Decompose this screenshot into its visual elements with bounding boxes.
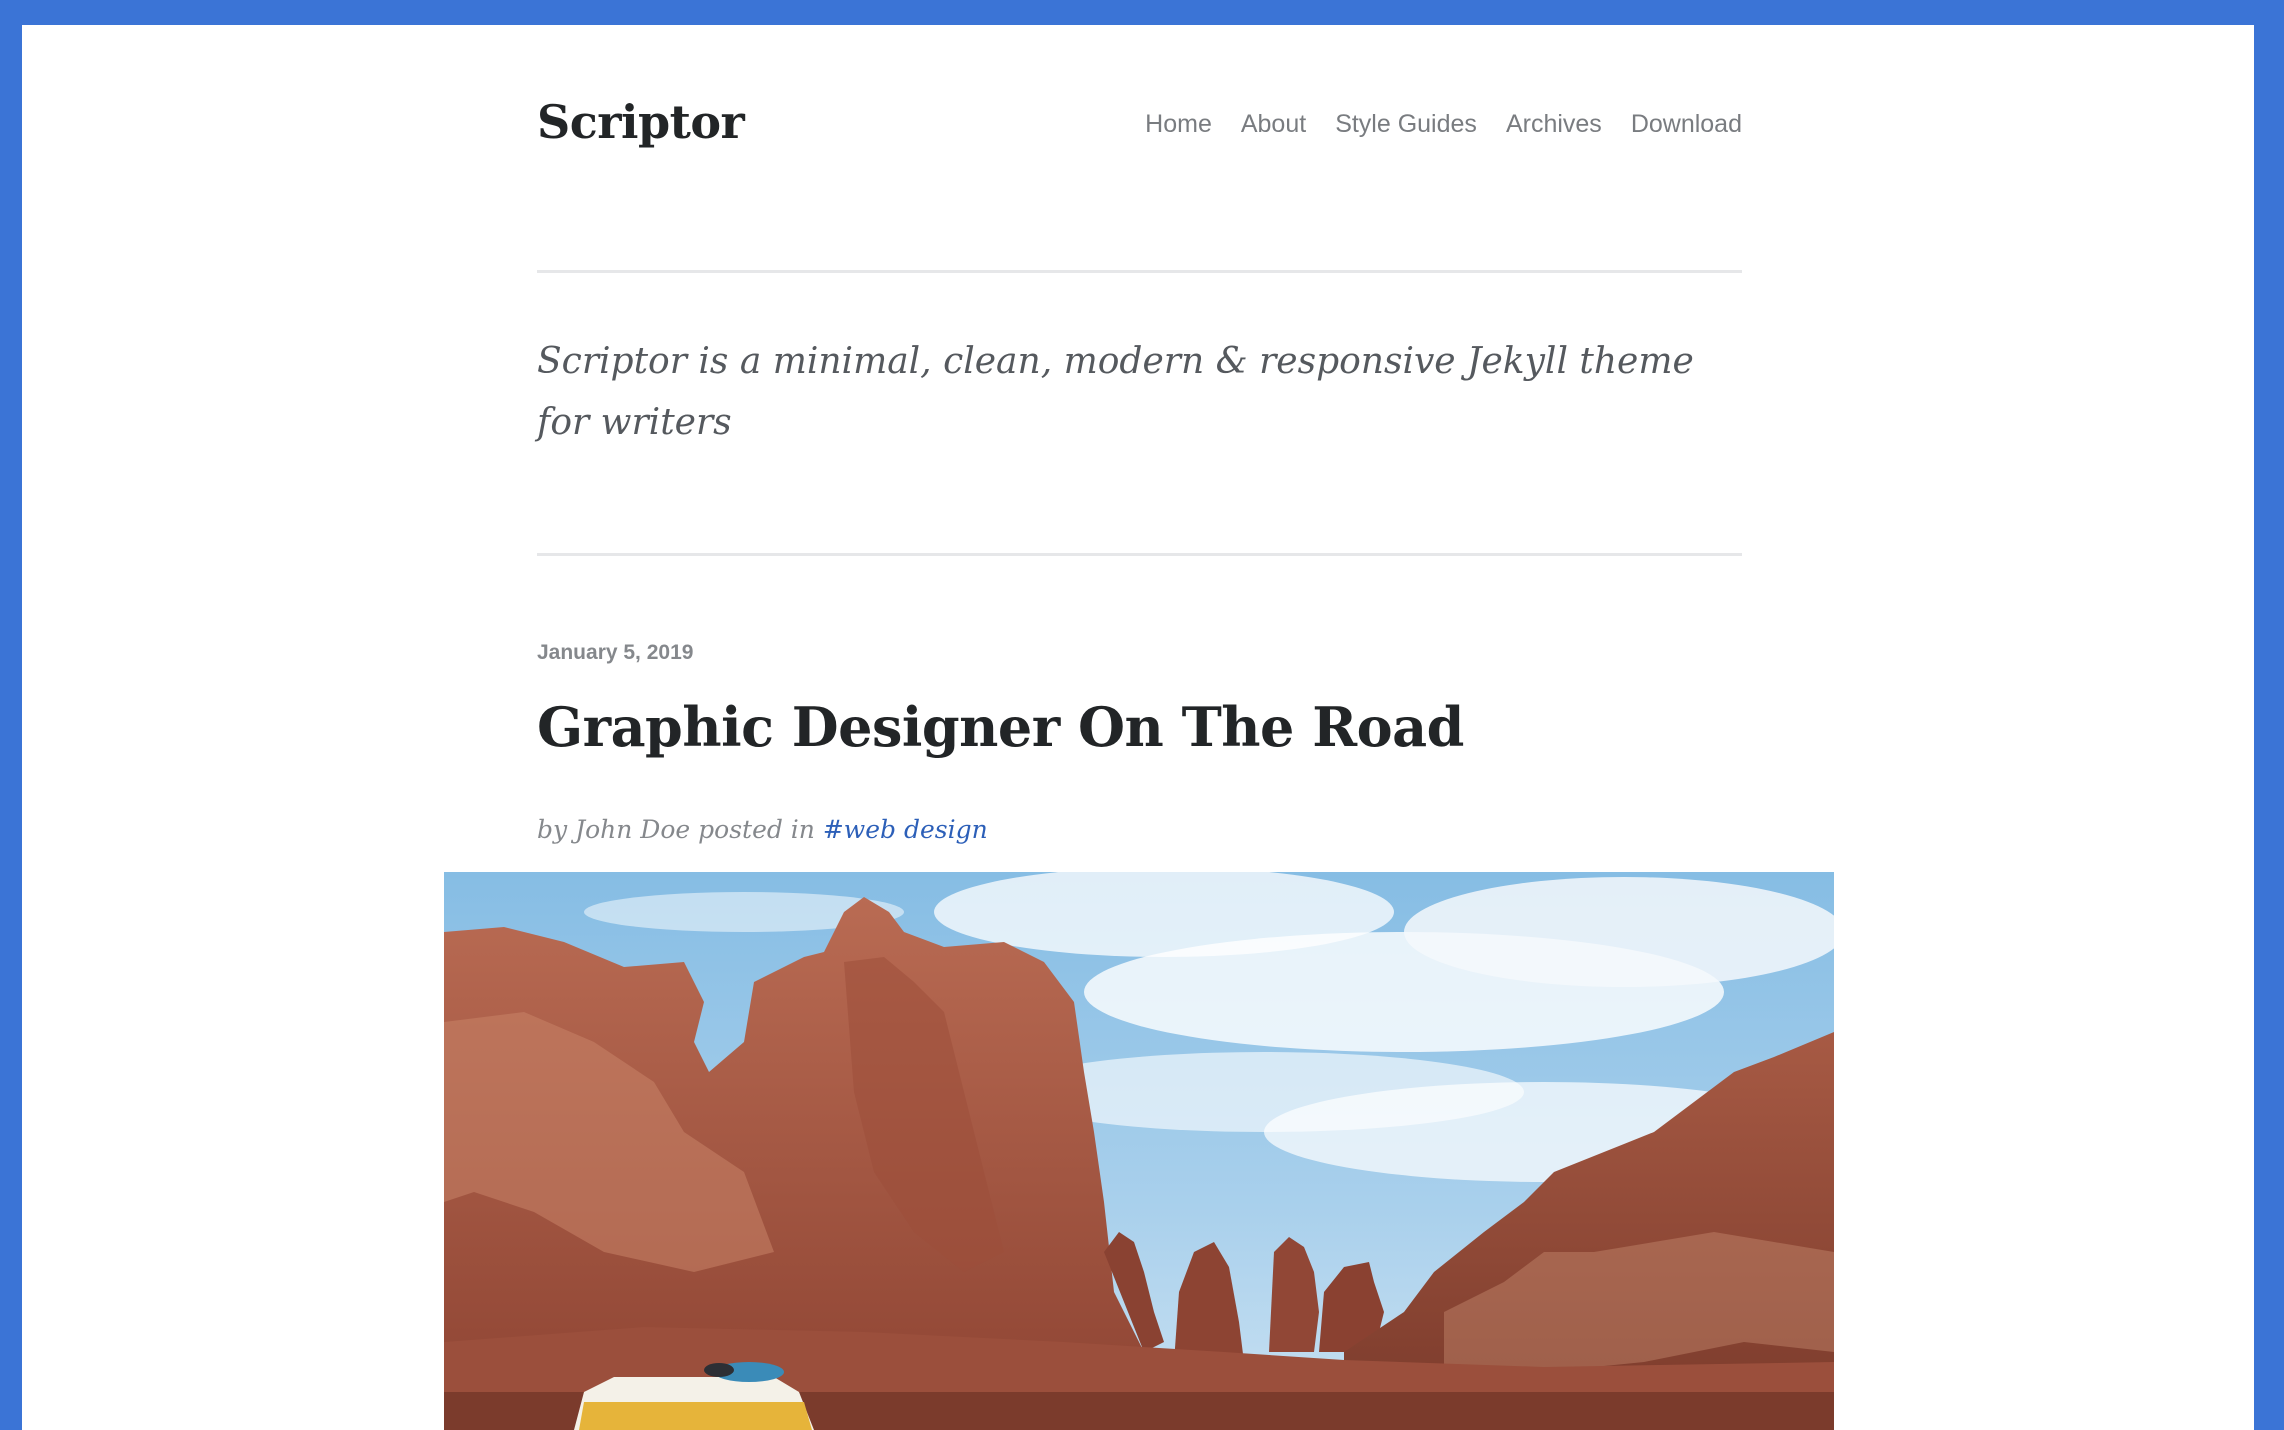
post-date: January 5, 2019 bbox=[537, 641, 694, 664]
nav-item-download[interactable]: Download bbox=[1631, 110, 1742, 139]
post-tag-link[interactable]: #web design bbox=[823, 815, 988, 844]
nav-item-about[interactable]: About bbox=[1241, 110, 1306, 139]
post-title[interactable]: Graphic Designer On The Road bbox=[537, 695, 1464, 759]
nav-item-home[interactable]: Home bbox=[1145, 110, 1212, 139]
site-header: Scriptor Home About Style Guides Archive… bbox=[537, 25, 1742, 273]
site-tagline: Scriptor is a minimal, clean, modern & r… bbox=[537, 341, 1694, 443]
post-hero-image bbox=[444, 872, 1834, 1430]
main-nav: Home About Style Guides Archives Downloa… bbox=[1145, 110, 1742, 139]
nav-item-archives[interactable]: Archives bbox=[1506, 110, 1602, 139]
post-meta: by John Doe posted in #web design bbox=[537, 815, 988, 844]
site-title[interactable]: Scriptor bbox=[537, 95, 745, 149]
nav-item-style-guides[interactable]: Style Guides bbox=[1335, 110, 1477, 139]
post-author-line: by John Doe posted in bbox=[537, 815, 823, 844]
tagline-section: Scriptor is a minimal, clean, modern & r… bbox=[537, 273, 1742, 556]
browser-page: Scriptor Home About Style Guides Archive… bbox=[22, 25, 2254, 1430]
